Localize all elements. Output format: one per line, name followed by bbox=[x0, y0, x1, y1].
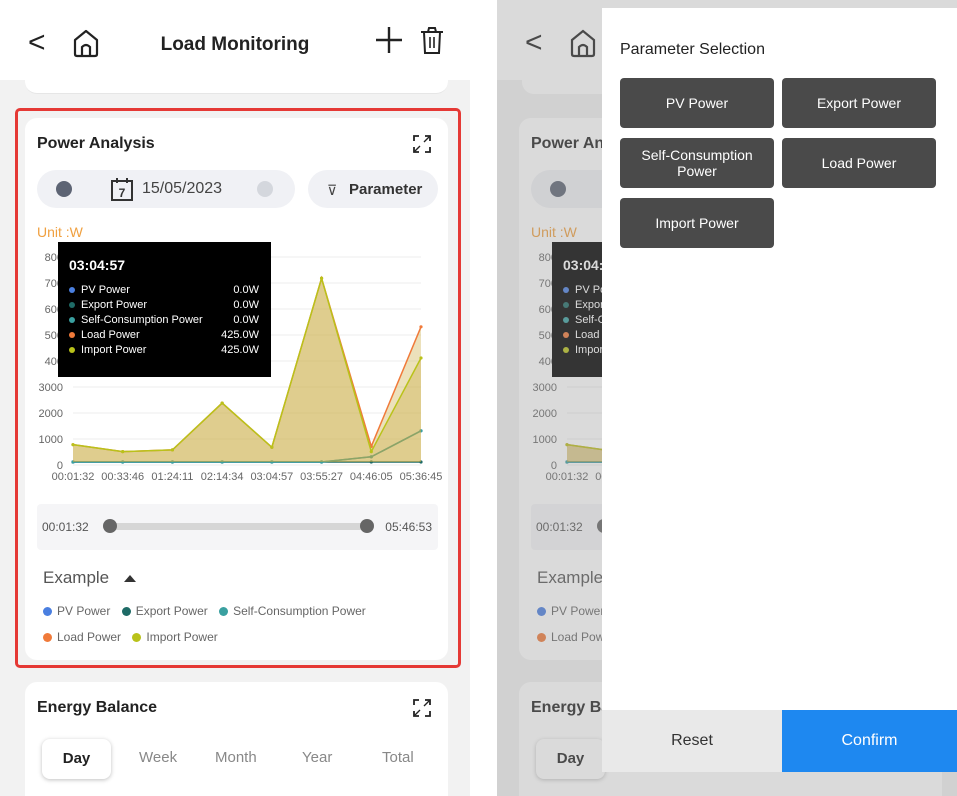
plus-icon[interactable] bbox=[374, 25, 404, 55]
option-self-consumption-power[interactable]: Self-Consumption Power bbox=[620, 138, 774, 188]
energy-balance-title: Energy Balance bbox=[37, 699, 158, 716]
option-pv-power[interactable]: PV Power bbox=[620, 78, 774, 128]
option-import-power[interactable]: Import Power bbox=[620, 198, 774, 248]
option-load-power[interactable]: Load Power bbox=[782, 138, 936, 188]
expand-icon[interactable] bbox=[412, 698, 432, 718]
trash-icon[interactable] bbox=[420, 27, 444, 55]
tab-year[interactable]: Year bbox=[302, 749, 332, 766]
highlight-frame bbox=[15, 108, 461, 668]
panel-title: Parameter Selection bbox=[620, 41, 765, 58]
parameter-selection-screen: < Power Analysis Unit :W 800 700 600 500 400… bbox=[497, 0, 957, 796]
header-bar: < Load Monitoring bbox=[0, 0, 470, 80]
load-monitoring-screen: < Load Monitoring Power Analysis 7 15/05… bbox=[0, 0, 470, 796]
parameter-selection-panel: Parameter Selection PV Power Export Powe… bbox=[602, 8, 957, 772]
option-export-power[interactable]: Export Power bbox=[782, 78, 936, 128]
reset-button[interactable]: Reset bbox=[602, 710, 782, 772]
tab-month[interactable]: Month bbox=[215, 749, 257, 766]
energy-balance-card: Energy Balance Day Week Month Year Total bbox=[25, 682, 448, 796]
tab-day[interactable]: Day bbox=[42, 739, 111, 779]
tab-total[interactable]: Total bbox=[382, 749, 414, 766]
tab-week[interactable]: Week bbox=[139, 749, 177, 766]
period-tabs: Day Week Month Year Total bbox=[25, 739, 448, 779]
confirm-button[interactable]: Confirm bbox=[782, 710, 957, 772]
